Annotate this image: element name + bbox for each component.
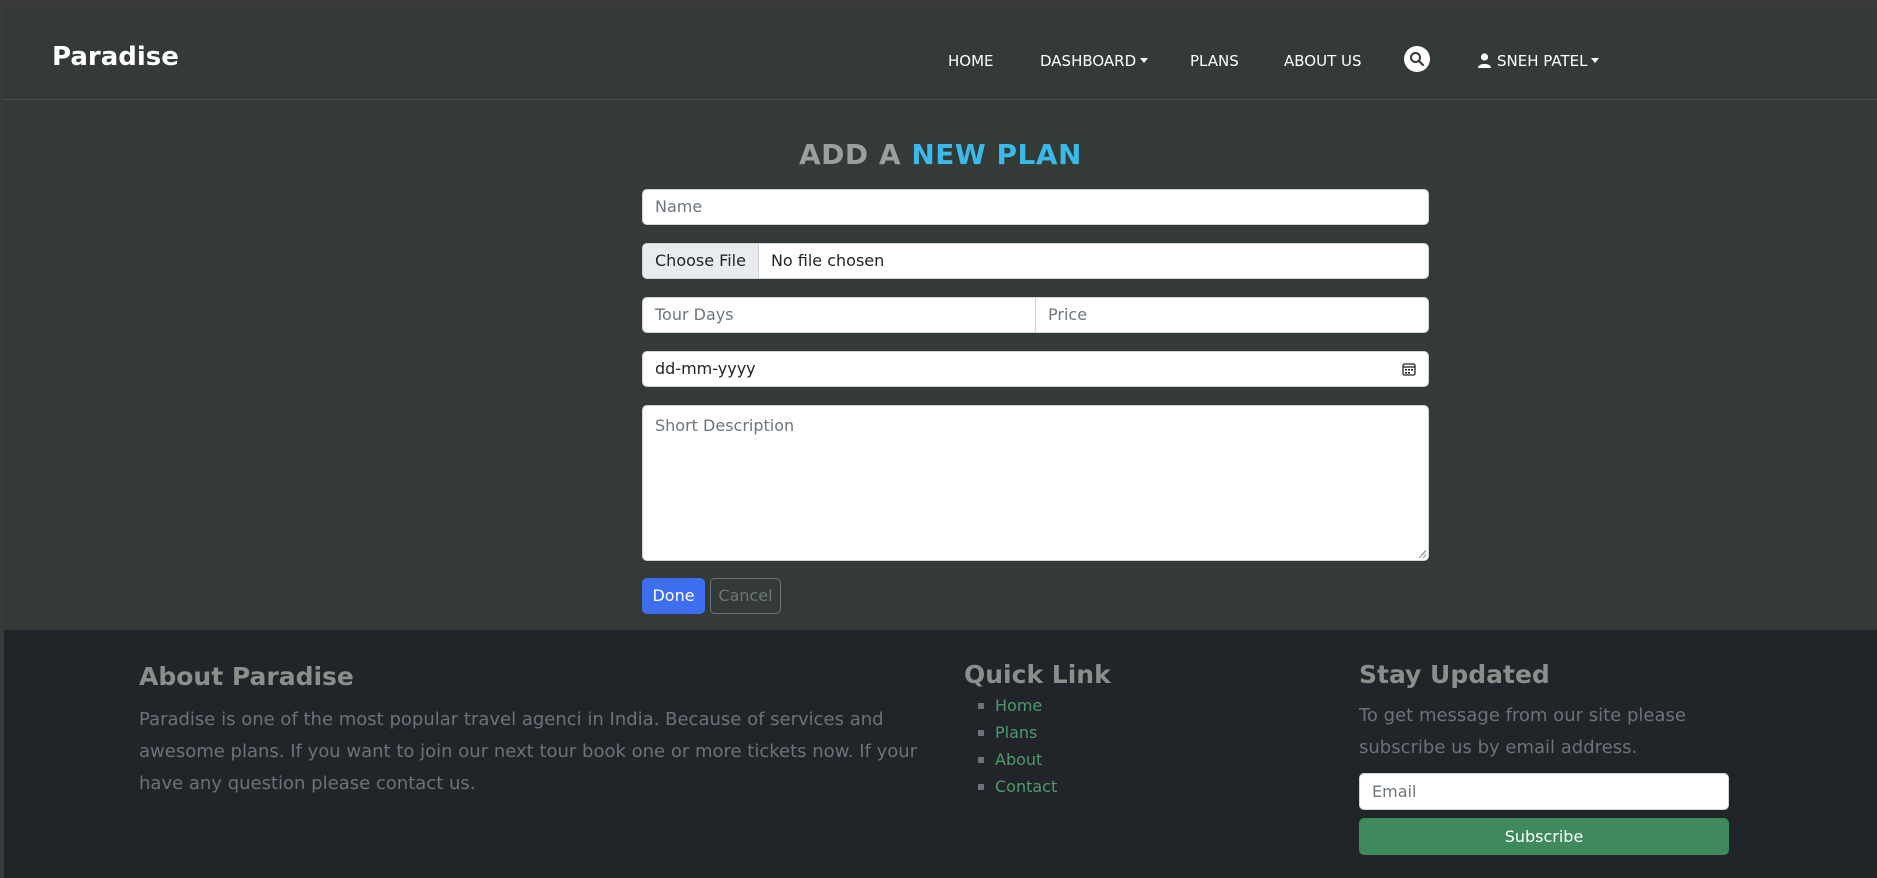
stay-updated-heading: Stay Updated [1359, 660, 1550, 689]
list-item: Plans [964, 719, 1057, 746]
cancel-button[interactable]: Cancel [710, 578, 781, 614]
choose-file-button[interactable]: Choose File [643, 244, 759, 278]
subscribe-button[interactable]: Subscribe [1359, 818, 1729, 855]
navbar: Paradise HOME DASHBOARD PLANS ABOUT US S… [4, 6, 1877, 100]
user-icon [1478, 53, 1491, 68]
nav-dashboard-dropdown[interactable]: DASHBOARD [1040, 52, 1149, 70]
price-input[interactable]: Price [1035, 297, 1429, 333]
nav-home[interactable]: HOME [948, 52, 994, 70]
search-button[interactable] [1404, 46, 1430, 72]
file-status: No file chosen [770, 251, 885, 270]
page: Paradise HOME DASHBOARD PLANS ABOUT US S… [4, 6, 1877, 878]
nav-dashboard-label: DASHBOARD [1040, 52, 1137, 70]
nav-plans[interactable]: PLANS [1190, 52, 1239, 70]
quick-link-home[interactable]: Home [995, 696, 1042, 715]
stay-updated-text: To get message from our site please subs… [1359, 705, 1686, 758]
list-item: About [964, 746, 1057, 773]
tour-days-input[interactable]: Tour Days [642, 297, 1036, 333]
resize-handle[interactable] [1418, 550, 1426, 558]
date-input[interactable]: dd-mm-yyyy [642, 351, 1429, 387]
nav-about[interactable]: ABOUT US [1284, 52, 1362, 70]
file-input[interactable]: Choose File No file chosen [642, 243, 1429, 279]
search-icon [1410, 52, 1425, 67]
list-item: Home [964, 692, 1057, 719]
description-placeholder: Short Description [655, 416, 795, 435]
brand-logo[interactable]: Paradise [52, 42, 179, 72]
quick-link-plans[interactable]: Plans [995, 723, 1037, 742]
title-part-2: NEW PLAN [911, 138, 1082, 171]
caret-down-icon [1140, 58, 1149, 63]
short-description-textarea[interactable]: Short Description [642, 405, 1429, 561]
quick-link-list: Home Plans About Contact [964, 692, 1057, 800]
about-heading: About Paradise [139, 662, 354, 691]
date-value: dd-mm-yyyy [655, 359, 756, 378]
title-part-1: ADD A [799, 138, 902, 171]
page-title: ADD A NEW PLAN [4, 138, 1877, 171]
quick-link-contact[interactable]: Contact [995, 777, 1057, 796]
user-menu-dropdown[interactable]: SNEH PATEL [1478, 52, 1600, 70]
quick-link-heading: Quick Link [964, 660, 1111, 689]
user-name: SNEH PATEL [1497, 52, 1588, 70]
calendar-icon[interactable] [1402, 362, 1416, 376]
done-button[interactable]: Done [642, 578, 705, 614]
list-item: Contact [964, 773, 1057, 800]
footer: About Paradise Paradise is one of the mo… [4, 630, 1877, 878]
quick-link-about[interactable]: About [995, 750, 1042, 769]
caret-down-icon [1591, 58, 1600, 63]
name-input[interactable]: Name [642, 189, 1429, 225]
email-input[interactable]: Email [1359, 773, 1729, 810]
about-text: Paradise is one of the most popular trav… [139, 709, 918, 794]
